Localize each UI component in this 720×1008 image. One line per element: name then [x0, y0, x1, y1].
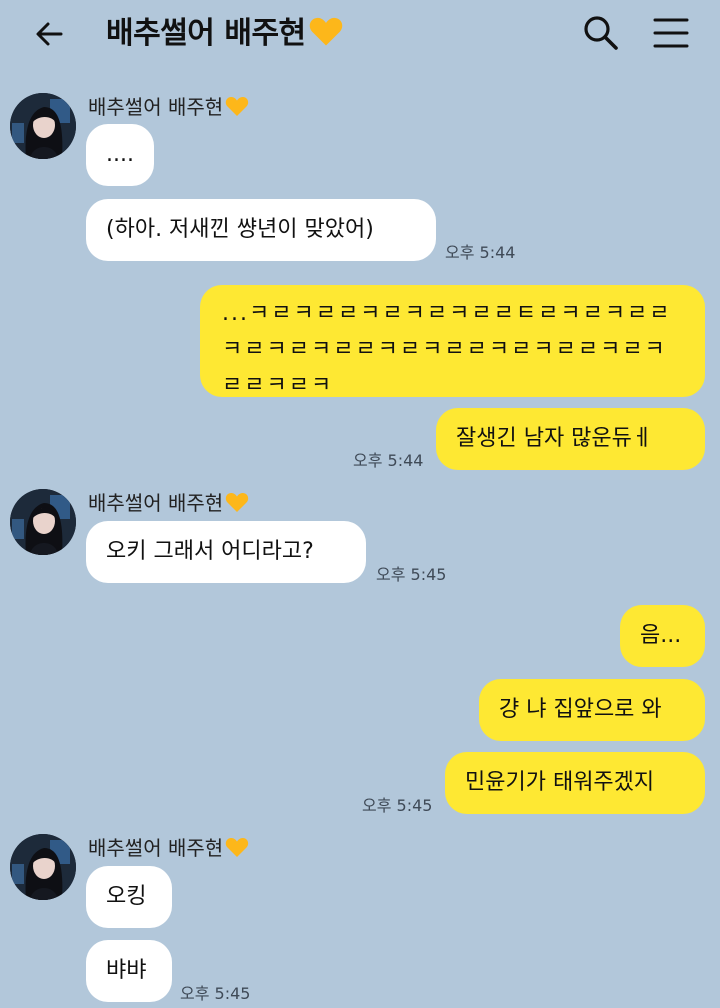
search-icon: [584, 16, 618, 50]
search-button[interactable]: [582, 14, 620, 52]
message-timestamp: 오후 5:44: [445, 243, 516, 262]
menu-button[interactable]: [652, 14, 690, 52]
message-text: ....: [106, 142, 134, 167]
message-bubble-incoming[interactable]: 뱌뱌: [86, 940, 172, 1002]
yellow-heart-icon: [226, 837, 249, 857]
message-bubble-incoming[interactable]: (하아. 저새낀 썅년이 맞았어): [86, 199, 436, 261]
yellow-heart-icon: [309, 17, 342, 46]
message-bubble-incoming[interactable]: 오킹: [86, 866, 172, 928]
message-text: 뱌뱌: [106, 958, 147, 983]
chat-header: 배추썰어 배주현: [0, 0, 720, 70]
message-timestamp: 오후 5:45: [362, 796, 433, 815]
sender-name: 배추썰어 배주현: [88, 94, 250, 120]
yellow-heart-icon: [226, 96, 249, 116]
message-text: 오킹: [106, 884, 147, 909]
message-bubble-incoming[interactable]: ....: [86, 124, 154, 186]
sender-name: 배추썰어 배주현: [88, 490, 250, 516]
message-text: 잘생긴 남자 많운듀ㅔ: [456, 426, 653, 451]
message-timestamp: 오후 5:44: [353, 451, 424, 470]
avatar-image: [10, 834, 76, 900]
message-bubble-outgoing[interactable]: 잘생긴 남자 많운듀ㅔ: [436, 408, 705, 470]
message-text: (하아. 저새낀 썅년이 맞았어): [106, 217, 374, 242]
message-bubble-incoming[interactable]: 오키 그래서 어디라고?: [86, 521, 366, 583]
avatar-image: [10, 489, 76, 555]
message-text: 음...: [640, 623, 682, 648]
message-text: 걍 냐 집앞으로 와: [499, 697, 662, 722]
message-text: 민윤기가 태워주겠지: [465, 770, 655, 795]
avatar-image: [10, 93, 76, 159]
message-bubble-outgoing[interactable]: 음...: [620, 605, 705, 667]
message-bubble-outgoing[interactable]: 민윤기가 태워주겠지: [445, 752, 705, 814]
message-text: 오키 그래서 어디라고?: [106, 539, 314, 564]
avatar[interactable]: [10, 834, 76, 900]
yellow-heart-icon: [226, 492, 249, 512]
chat-title: 배추썰어 배주현: [106, 14, 344, 54]
arrow-left-icon: [36, 22, 63, 46]
chat-title-text: 배추썰어 배주현: [106, 16, 306, 51]
back-button[interactable]: [30, 14, 70, 54]
message-timestamp: 오후 5:45: [376, 565, 447, 584]
message-bubble-outgoing[interactable]: ...ㅋㄹㅋㄹㄹㅋㄹㅋㄹㅋㄹㄹㅌㄹㅋㄹㅋㄹㄹㅋㄹㅋㄹㅋㄹㄹㅋㄹㅋㄹㄹㅋㄹㅋㄹㄹㅋ…: [200, 285, 705, 398]
message-text: ...ㅋㄹㅋㄹㄹㅋㄹㅋㄹㅋㄹㄹㅌㄹㅋㄹㅋㄹㄹㅋㄹㅋㄹㅋㄹㄹㅋㄹㅋㄹㄹㅋㄹㅋㄹㄹㅋ…: [222, 301, 672, 398]
message-timestamp: 오후 5:45: [180, 984, 251, 1003]
avatar[interactable]: [10, 489, 76, 555]
sender-name: 배추썰어 배주현: [88, 835, 250, 861]
message-bubble-outgoing[interactable]: 걍 냐 집앞으로 와: [479, 679, 705, 741]
hamburger-menu-icon: [653, 18, 689, 48]
avatar[interactable]: [10, 93, 76, 159]
